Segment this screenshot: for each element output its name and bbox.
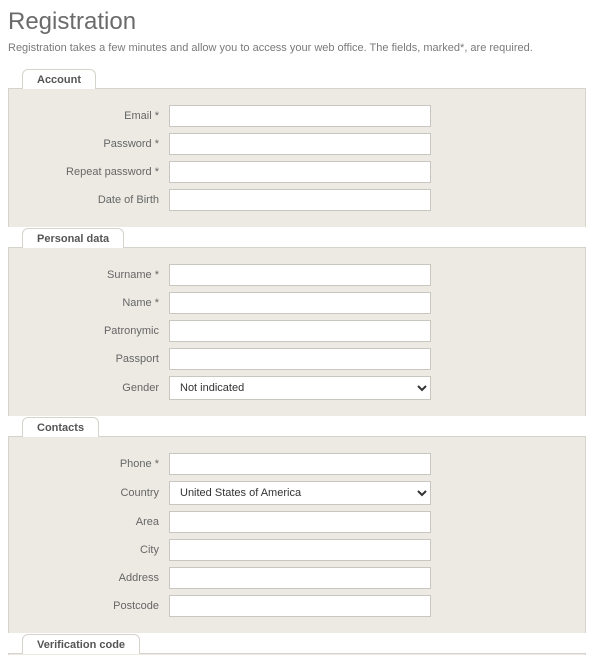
label-password: Password * xyxy=(19,138,169,150)
section-account: Email * Password * Repeat password * Dat… xyxy=(8,88,586,227)
section-contacts: Phone * Country United States of America… xyxy=(8,436,586,633)
label-address: Address xyxy=(19,572,169,584)
gender-select[interactable]: Not indicated xyxy=(169,376,431,400)
label-country: Country xyxy=(19,487,169,499)
label-phone: Phone * xyxy=(19,458,169,470)
label-gender: Gender xyxy=(19,382,169,394)
postcode-field[interactable] xyxy=(169,595,431,617)
section-tab-contacts: Contacts xyxy=(22,417,99,437)
phone-field[interactable] xyxy=(169,453,431,475)
email-field[interactable] xyxy=(169,105,431,127)
label-postcode: Postcode xyxy=(19,600,169,612)
label-city: City xyxy=(19,544,169,556)
label-surname: Surname * xyxy=(19,269,169,281)
dob-field[interactable] xyxy=(169,189,431,211)
surname-field[interactable] xyxy=(169,264,431,286)
section-tab-account: Account xyxy=(22,69,96,89)
address-field[interactable] xyxy=(169,567,431,589)
country-select[interactable]: United States of America xyxy=(169,481,431,505)
label-area: Area xyxy=(19,516,169,528)
section-personal: Surname * Name * Patronymic Passport Gen… xyxy=(8,247,586,416)
area-field[interactable] xyxy=(169,511,431,533)
label-email: Email * xyxy=(19,110,169,122)
label-passport: Passport xyxy=(19,353,169,365)
page-title: Registration xyxy=(8,8,586,36)
patronymic-field[interactable] xyxy=(169,320,431,342)
name-field[interactable] xyxy=(169,292,431,314)
intro-text: Registration takes a few minutes and all… xyxy=(8,42,586,54)
section-tab-verification: Verification code xyxy=(22,634,140,654)
label-name: Name * xyxy=(19,297,169,309)
password-field[interactable] xyxy=(169,133,431,155)
label-patronymic: Patronymic xyxy=(19,325,169,337)
city-field[interactable] xyxy=(169,539,431,561)
section-tab-personal: Personal data xyxy=(22,228,124,248)
label-repeat-password: Repeat password * xyxy=(19,166,169,178)
passport-field[interactable] xyxy=(169,348,431,370)
label-dob: Date of Birth xyxy=(19,194,169,206)
repeat-password-field[interactable] xyxy=(169,161,431,183)
